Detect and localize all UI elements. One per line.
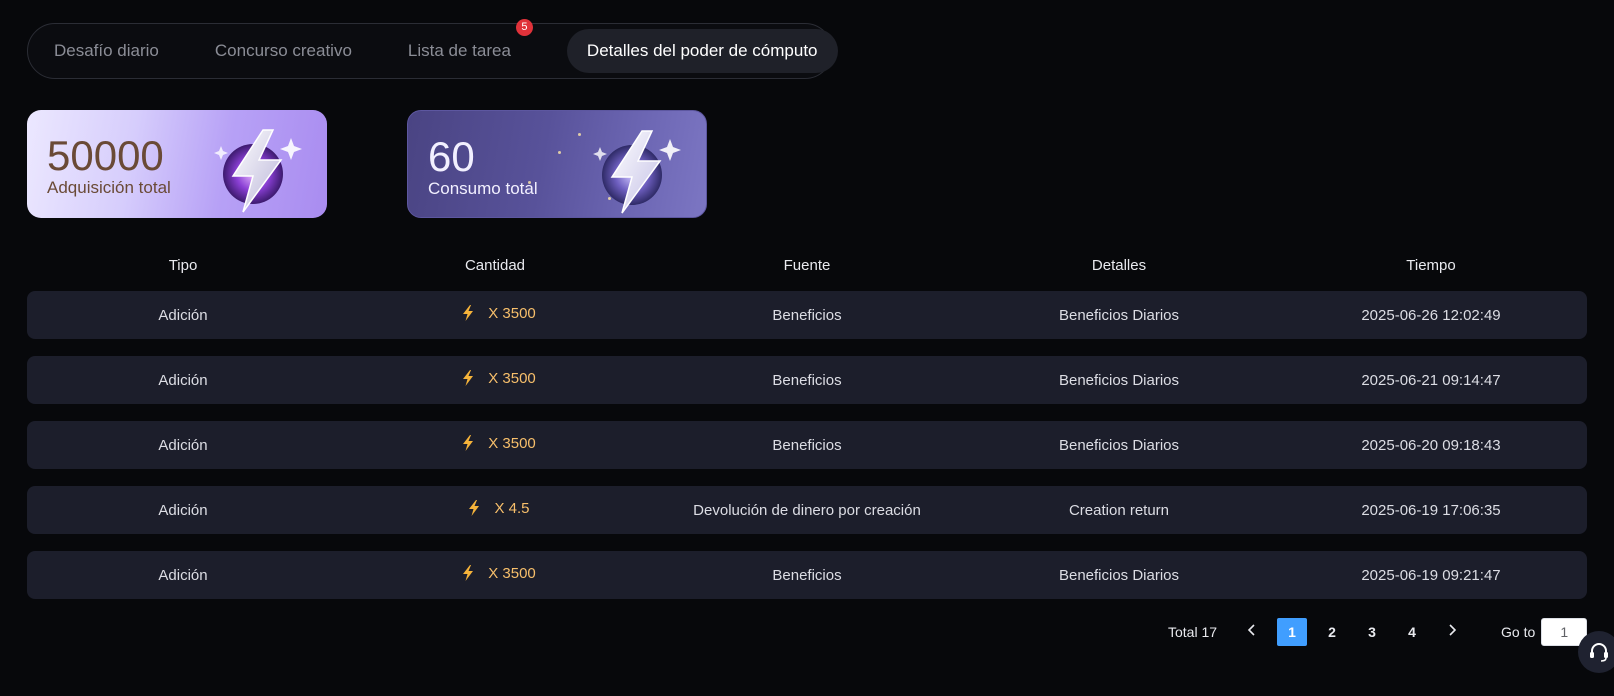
cell-time: 2025-06-26 12:02:49 (1361, 306, 1501, 324)
page-button-3[interactable]: 3 (1357, 618, 1387, 646)
prev-page-button[interactable] (1237, 618, 1267, 646)
page-button-4[interactable]: 4 (1397, 618, 1427, 646)
total-consumption-label: Consumo total (428, 179, 538, 198)
tab-creative-contest[interactable]: Concurso creativo (215, 41, 352, 61)
column-header-details: Detalles (1091, 257, 1147, 274)
lightning-orb-icon (214, 129, 302, 213)
cell-time: 2025-06-20 09:18:43 (1361, 436, 1501, 454)
tab-label: Concurso creativo (214, 41, 352, 60)
total-consumption-value: 60 (428, 133, 475, 180)
table-row: Adición X 3500 Beneficios Beneficios Dia… (27, 421, 1587, 469)
cell-source: Beneficios (772, 371, 842, 389)
cell-type: Adición (158, 436, 208, 454)
column-header-source: Fuente (783, 257, 831, 274)
column-header-type: Tipo (168, 257, 198, 274)
chevron-right-icon (1449, 624, 1457, 636)
amount-value: X 3500 (488, 564, 536, 582)
headset-icon (1590, 643, 1608, 662)
lightning-icon (463, 370, 474, 387)
table-row: Adición X 3500 Beneficios Beneficios Dia… (27, 551, 1587, 599)
tab-bar: Desafío diario Concurso creativo Lista d… (27, 19, 838, 79)
tab-computing-power-details[interactable]: Detalles del poder de cómputo (566, 29, 838, 73)
page-button-1[interactable]: 1 (1277, 618, 1308, 646)
cell-type: Adición (158, 501, 208, 519)
total-acquisition-value: 50000 (47, 132, 164, 179)
cell-amount: X 3500 (339, 370, 651, 391)
cell-time: 2025-06-21 09:14:47 (1361, 371, 1501, 389)
cell-details: Beneficios Diarios (1058, 371, 1180, 389)
cell-details: Creation return (1068, 501, 1170, 519)
tab-task-list[interactable]: Lista de tarea 5 (407, 19, 533, 61)
cell-amount: X 4.5 (339, 500, 651, 521)
column-header-time: Tiempo (1406, 257, 1456, 274)
tab-label: Lista de tarea (407, 41, 511, 60)
cell-amount: X 3500 (339, 435, 651, 456)
total-acquisition-label: Adquisición total (47, 178, 171, 197)
pagination: Total 17 1 2 3 4 Go to (1168, 617, 1588, 647)
table-row: Adición X 3500 Beneficios Beneficios Dia… (27, 291, 1587, 339)
table-row: Adición X 4.5 Devolución de dinero por c… (27, 486, 1587, 534)
amount-value: X 3500 (488, 369, 536, 387)
computing-power-page: Desafío diario Concurso creativo Lista d… (0, 0, 1614, 696)
table-header: Tipo Cantidad Fuente Detalles Tiempo (27, 252, 1587, 280)
goto-label: Go to (1501, 624, 1536, 640)
cell-source: Beneficios (772, 306, 842, 324)
tab-label: Detalles del poder de cómputo (586, 41, 818, 60)
amount-value: X 3500 (488, 434, 536, 452)
tab-label: Desafío diario (54, 41, 159, 60)
pagination-total: Total 17 (1168, 624, 1218, 640)
cell-time: 2025-06-19 17:06:35 (1361, 501, 1501, 519)
cell-source: Beneficios (772, 436, 842, 454)
cell-source: Devolución de dinero por creación (693, 501, 921, 519)
lightning-icon (463, 305, 474, 322)
cell-type: Adición (158, 371, 208, 389)
total-consumption-card: 60 Consumo total (407, 110, 707, 218)
cell-details: Beneficios Diarios (1058, 566, 1180, 584)
customer-support-button[interactable] (1578, 631, 1614, 673)
notification-badge: 5 (515, 19, 533, 36)
cell-details: Beneficios Diarios (1058, 436, 1180, 454)
cell-type: Adición (158, 306, 208, 324)
amount-value: X 4.5 (494, 499, 530, 517)
lightning-orb-icon (593, 130, 681, 214)
lightning-icon (469, 500, 480, 517)
cell-amount: X 3500 (339, 565, 651, 586)
chevron-left-icon (1247, 624, 1255, 636)
cell-time: 2025-06-19 09:21:47 (1361, 566, 1501, 584)
lightning-icon (463, 565, 474, 582)
total-acquisition-card: 50000 Adquisición total (27, 110, 327, 218)
cell-amount: X 3500 (339, 305, 651, 326)
tab-daily-challenge[interactable]: Desafío diario (54, 41, 159, 61)
cell-type: Adición (158, 566, 208, 584)
lightning-icon (463, 435, 474, 452)
goto-page: Go to (1501, 618, 1588, 646)
next-page-button[interactable] (1437, 618, 1467, 646)
amount-value: X 3500 (488, 304, 536, 322)
cell-source: Beneficios (772, 566, 842, 584)
column-header-amount: Cantidad (464, 257, 526, 274)
table-row: Adición X 3500 Beneficios Beneficios Dia… (27, 356, 1587, 404)
cell-details: Beneficios Diarios (1058, 306, 1180, 324)
page-button-2[interactable]: 2 (1317, 618, 1347, 646)
